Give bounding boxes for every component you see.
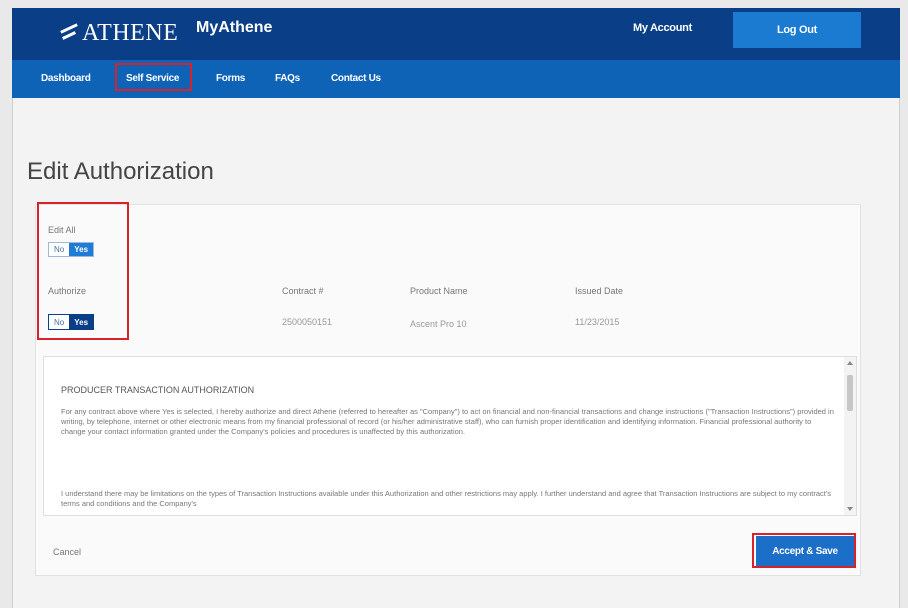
nav-dashboard[interactable]: Dashboard xyxy=(41,73,91,84)
scroll-down-icon[interactable] xyxy=(847,507,853,511)
accept-save-highlight xyxy=(752,533,856,568)
authorization-paragraph-1: For any contract above where Yes is sele… xyxy=(61,407,834,436)
col-product-name: Product Name xyxy=(410,286,468,296)
logout-button[interactable]: Log Out xyxy=(733,12,861,48)
authorization-paragraph-2: I understand there may be limitations on… xyxy=(61,489,832,508)
cancel-link[interactable]: Cancel xyxy=(53,547,81,557)
contract-number: 2500050151 xyxy=(282,317,333,327)
text-scrollbar[interactable] xyxy=(844,357,856,515)
col-contract: Contract # xyxy=(282,286,324,296)
my-account-link[interactable]: My Account xyxy=(633,22,692,34)
logo-swoosh-icon xyxy=(60,24,80,44)
product-name: Ascent Pro 10 xyxy=(410,319,467,329)
toggles-highlight xyxy=(37,202,129,340)
col-issued-date: Issued Date xyxy=(575,286,624,296)
athene-logo[interactable]: ATHENE xyxy=(60,20,178,47)
nav-contact-us[interactable]: Contact Us xyxy=(331,73,381,84)
logo-text: ATHENE xyxy=(82,20,179,46)
scroll-thumb[interactable] xyxy=(847,375,853,411)
issued-date: 11/23/2015 xyxy=(575,317,620,327)
nav-forms[interactable]: Forms xyxy=(216,73,245,84)
scroll-up-icon[interactable] xyxy=(847,361,853,365)
app-name: MyAthene xyxy=(196,19,273,36)
nav-faqs[interactable]: FAQs xyxy=(275,73,300,84)
authorization-text-box[interactable]: PRODUCER TRANSACTION AUTHORIZATION For a… xyxy=(43,356,857,516)
self-service-highlight xyxy=(115,63,192,91)
authorization-title: PRODUCER TRANSACTION AUTHORIZATION xyxy=(61,385,255,395)
page-title: Edit Authorization xyxy=(27,158,214,185)
